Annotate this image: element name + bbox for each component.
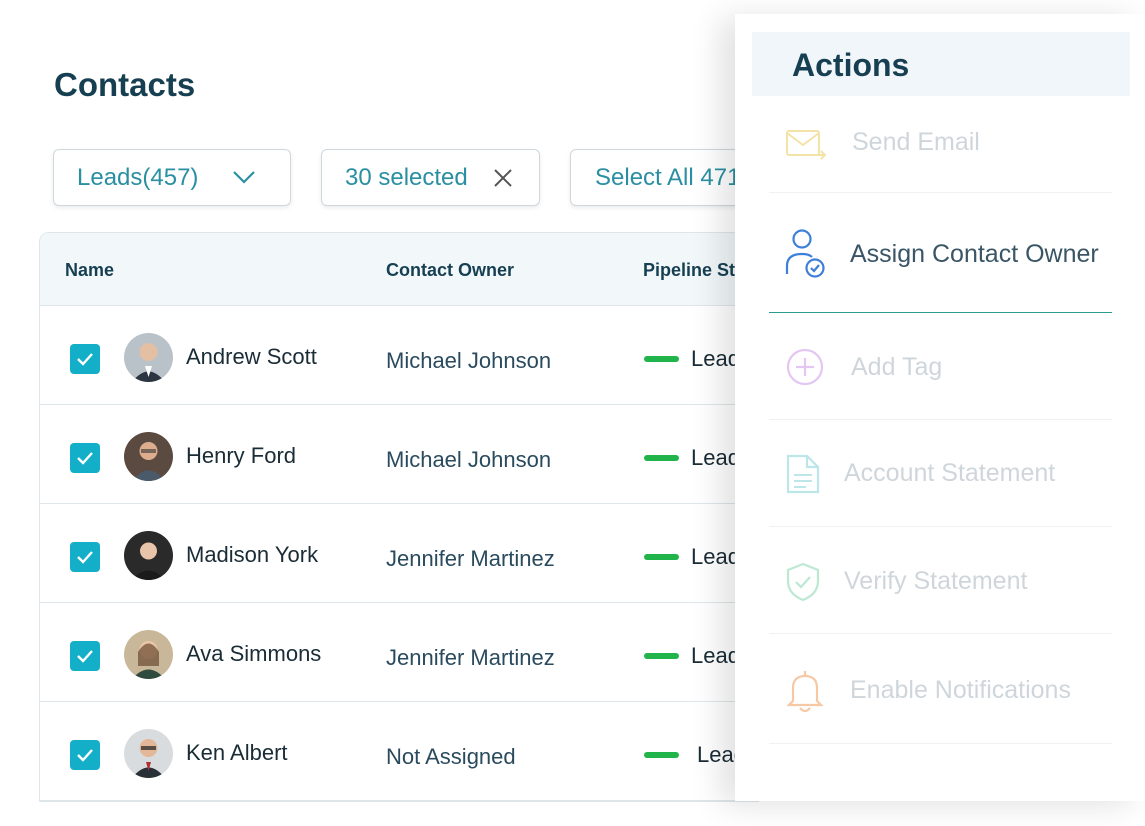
pipeline-stage-label: Lead xyxy=(691,643,740,668)
action-label: Enable Notifications xyxy=(850,676,1071,704)
close-icon[interactable] xyxy=(492,167,514,189)
contact-owner: Michael Johnson xyxy=(386,348,552,373)
pipeline-stage-label: Lead xyxy=(691,544,740,569)
action-assign-contact-owner[interactable]: Assign Contact Owner xyxy=(769,193,1112,313)
page-title: Contacts xyxy=(54,66,196,103)
pipeline-stage-label: Lead xyxy=(691,445,740,470)
action-send-email[interactable]: Send Email xyxy=(769,110,1112,193)
document-icon xyxy=(786,454,820,494)
contacts-table: Name Contact Owner Pipeline Stage Andrew… xyxy=(39,232,759,802)
check-icon xyxy=(77,650,93,663)
action-add-tag[interactable]: Add Tag xyxy=(769,313,1112,420)
column-header-name[interactable]: Name xyxy=(65,260,114,281)
contact-name[interactable]: Henry Ford xyxy=(186,443,296,469)
contact-owner: Jennifer Martinez xyxy=(386,645,555,670)
action-label: Verify Statement xyxy=(844,567,1028,595)
table-header: Name Contact Owner Pipeline Stage xyxy=(40,233,758,306)
contact-owner: Not Assigned xyxy=(386,744,516,769)
row-checkbox[interactable] xyxy=(70,740,100,770)
bell-icon xyxy=(786,671,824,713)
avatar xyxy=(124,432,173,481)
chevron-down-icon xyxy=(233,171,255,184)
contact-name[interactable]: Ava Simmons xyxy=(186,641,321,667)
pipeline-stage-label: Lead xyxy=(691,346,740,371)
plus-circle-icon xyxy=(786,348,824,386)
avatar xyxy=(124,333,173,382)
table-row[interactable]: Henry Ford Michael Johnson Lead xyxy=(40,405,758,504)
contact-owner: Jennifer Martinez xyxy=(386,546,555,571)
selected-count-chip[interactable]: 30 selected xyxy=(321,149,540,206)
check-icon xyxy=(77,551,93,564)
actions-panel-title: Actions xyxy=(792,47,910,83)
check-icon xyxy=(77,353,93,366)
pipeline-stage-indicator xyxy=(644,455,679,461)
leads-filter-dropdown[interactable]: Leads(457) xyxy=(53,149,291,206)
avatar xyxy=(124,531,173,580)
action-label: Send Email xyxy=(852,128,980,156)
table-row[interactable]: Ava Simmons Jennifer Martinez Lead xyxy=(40,603,758,702)
contact-name[interactable]: Ken Albert xyxy=(186,740,288,766)
pipeline-stage-indicator xyxy=(644,356,679,362)
row-checkbox[interactable] xyxy=(70,443,100,473)
contact-name[interactable]: Andrew Scott xyxy=(186,344,317,370)
mail-send-icon xyxy=(786,130,827,160)
avatar xyxy=(124,729,173,778)
pipeline-stage-indicator xyxy=(644,554,679,560)
action-account-statement[interactable]: Account Statement xyxy=(769,420,1112,527)
check-icon xyxy=(77,452,93,465)
pipeline-stage-indicator xyxy=(644,653,679,659)
row-checkbox[interactable] xyxy=(70,344,100,374)
avatar xyxy=(124,630,173,679)
contact-name[interactable]: Madison York xyxy=(186,542,318,568)
check-icon xyxy=(77,749,93,762)
row-checkbox[interactable] xyxy=(70,542,100,572)
shield-check-icon xyxy=(786,562,820,602)
action-label: Assign Contact Owner xyxy=(850,240,1099,268)
table-row[interactable]: Madison York Jennifer Martinez Lead xyxy=(40,504,758,603)
user-check-icon xyxy=(785,229,825,278)
action-enable-notifications[interactable]: Enable Notifications xyxy=(769,634,1112,744)
pipeline-stage-indicator xyxy=(644,752,679,758)
contact-owner: Michael Johnson xyxy=(386,447,552,472)
action-label: Account Statement xyxy=(844,459,1056,487)
selected-count-label: 30 selected xyxy=(345,163,468,191)
leads-filter-label: Leads(457) xyxy=(77,163,199,191)
table-row[interactable]: Ken Albert Not Assigned Lead xyxy=(40,702,758,801)
actions-panel-header: Actions xyxy=(752,32,1130,96)
row-checkbox[interactable] xyxy=(70,641,100,671)
column-header-owner[interactable]: Contact Owner xyxy=(386,260,514,281)
action-label: Add Tag xyxy=(851,353,943,381)
table-row[interactable]: Andrew Scott Michael Johnson Lead xyxy=(40,306,758,405)
action-verify-statement[interactable]: Verify Statement xyxy=(769,527,1112,634)
actions-panel: Actions Send Email Assign Contact Owner … xyxy=(735,14,1145,801)
select-all-label: Select All 471 xyxy=(595,163,741,191)
